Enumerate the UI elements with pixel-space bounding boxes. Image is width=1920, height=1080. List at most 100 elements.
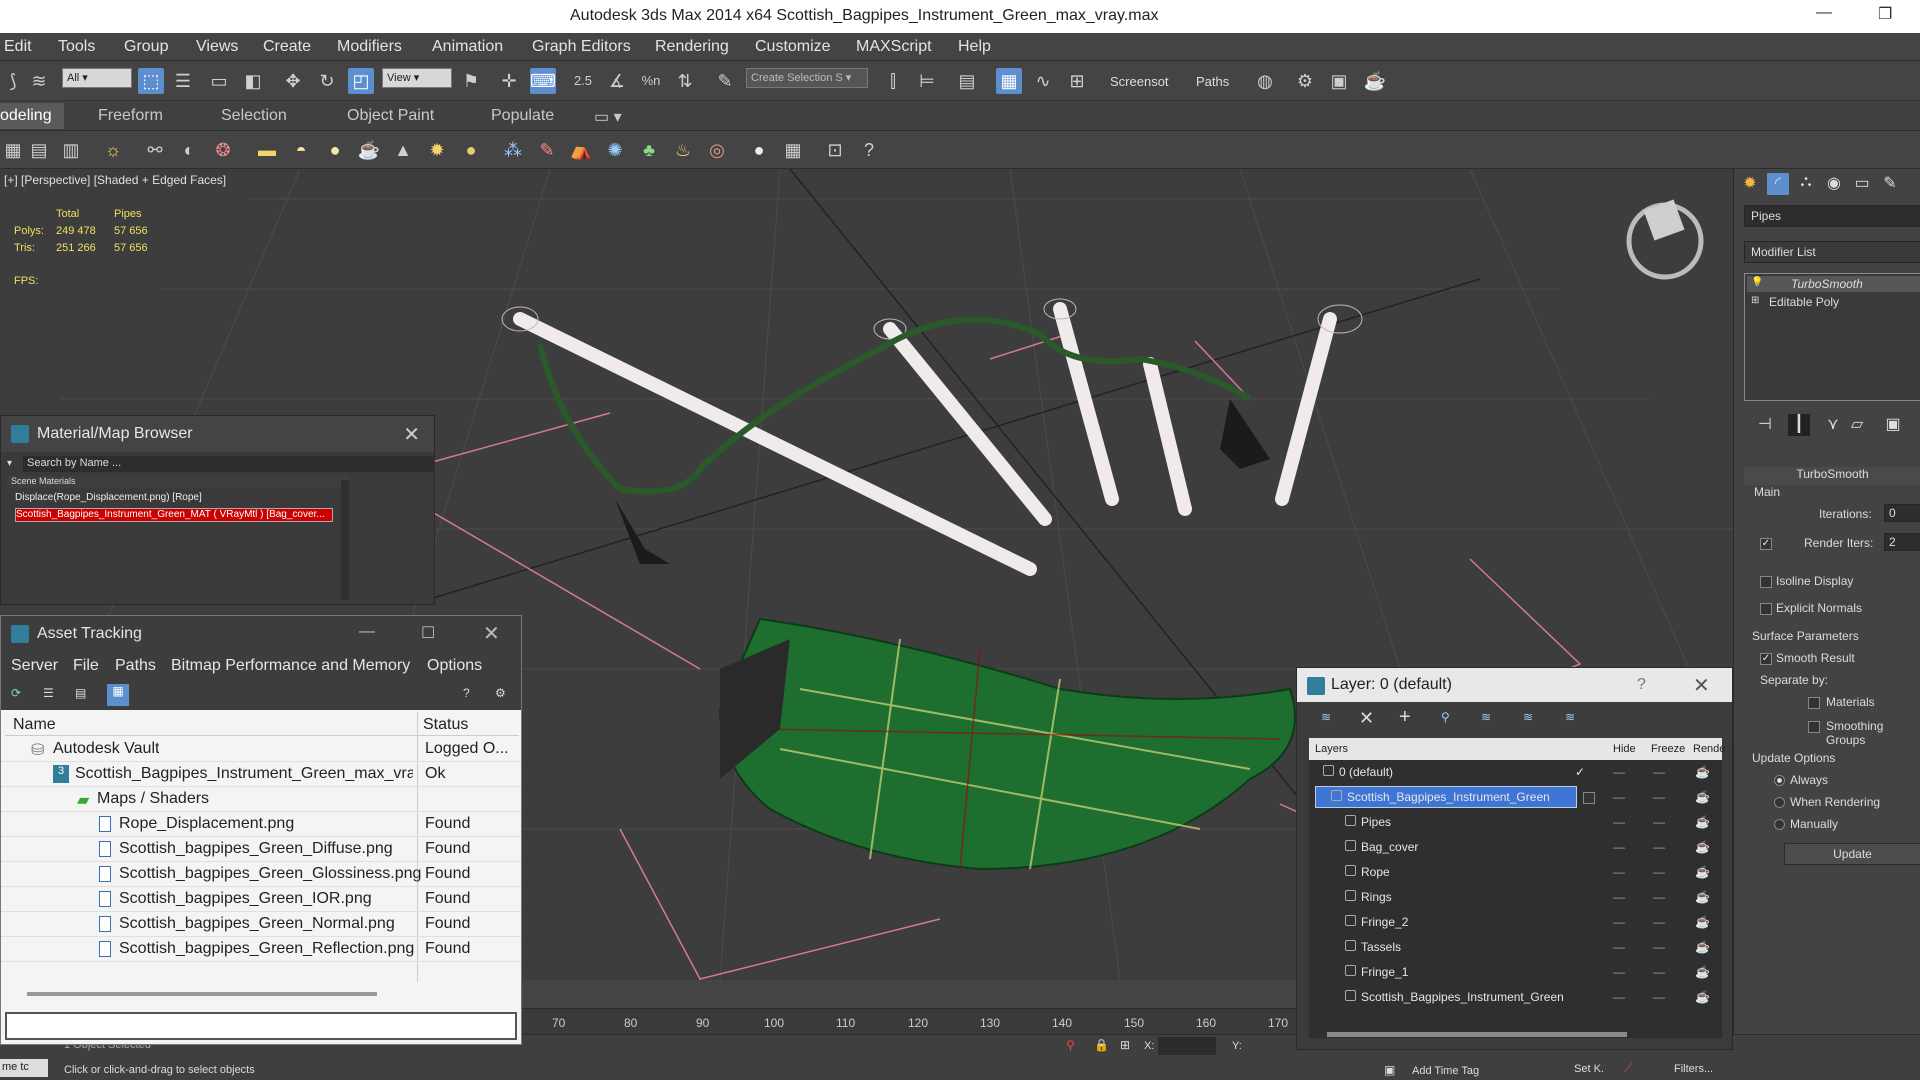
plant-icon[interactable]: ♣ xyxy=(636,137,662,163)
bind-spacewarp-icon[interactable]: ≋ xyxy=(26,68,52,94)
material-sphere-icon[interactable]: ● xyxy=(458,137,484,163)
stack-item-turbosmooth[interactable]: 💡 TurboSmooth xyxy=(1747,276,1920,292)
table-row[interactable]: ⛁ Autodesk Vault Logged O... xyxy=(1,737,521,762)
edit-named-sel-icon[interactable]: ✎ xyxy=(712,68,738,94)
tab-freeform[interactable]: Freeform xyxy=(98,107,163,125)
select-object-icon[interactable]: ⬚ xyxy=(138,68,164,94)
manually-radio[interactable] xyxy=(1774,819,1785,830)
material-item-rope[interactable]: Displace(Rope_Displacement.png) [Rope] xyxy=(15,492,345,506)
hide-all-icon[interactable]: ≋ xyxy=(1523,710,1533,724)
key-mode-icon[interactable]: ⟋ xyxy=(1624,1061,1632,1076)
render-icon[interactable]: ☕ xyxy=(1695,815,1710,829)
named-selection-dropdown[interactable]: Create Selection S ▾ xyxy=(746,68,868,88)
render-setup-icon[interactable]: ⚙ xyxy=(1292,68,1318,94)
close-icon[interactable]: ✕ xyxy=(483,621,500,646)
tab-populate[interactable]: Populate xyxy=(491,107,554,125)
plane-icon[interactable]: ▬ xyxy=(254,137,280,163)
table-row[interactable]: Scottish_bagpipes_Green_Glossiness.png Fo… xyxy=(1,862,521,887)
hierarchy-tab-icon[interactable]: ⛬ xyxy=(1795,173,1817,195)
update-button[interactable]: Update xyxy=(1784,843,1920,865)
modifier-list-dropdown[interactable]: Modifier List xyxy=(1744,241,1920,263)
angle-snap-icon[interactable]: ∡ xyxy=(604,68,630,94)
show-end-result-icon[interactable]: ┃ xyxy=(1788,414,1810,436)
bone-icon[interactable]: ⚯ xyxy=(142,137,168,163)
layer-row[interactable]: Pipes — — ☕ xyxy=(1309,810,1722,835)
absolute-mode-icon[interactable]: ⊞ xyxy=(1120,1038,1130,1052)
time-tag-icon[interactable]: ▣ xyxy=(1384,1063,1395,1077)
menu-server[interactable]: Server xyxy=(11,657,58,675)
menu-animation[interactable]: Animation xyxy=(432,38,503,56)
cloth-icon[interactable]: ⛺ xyxy=(568,137,594,163)
tool-icon-1[interactable]: ▦ xyxy=(0,137,26,163)
particle-icon[interactable]: ❂ xyxy=(210,137,236,163)
layer-row[interactable]: Scottish_Bagpipes_Instrument_Green — — ☕ xyxy=(1309,985,1722,1010)
filters-button[interactable]: Filters... xyxy=(1674,1063,1713,1075)
table-row[interactable]: Scottish_bagpipes_Green_Diffuse.png Found xyxy=(1,837,521,862)
maximize-icon[interactable]: ☐ xyxy=(421,623,435,643)
display-tab-icon[interactable]: ▭ xyxy=(1851,173,1873,195)
table-row[interactable]: Scottish_bagpipes_Green_Normal.png Found xyxy=(1,912,521,937)
menu-group[interactable]: Group xyxy=(124,38,168,56)
tool-icon-3[interactable]: ▥ xyxy=(58,137,84,163)
rendered-frame-icon[interactable]: ▣ xyxy=(1326,68,1352,94)
menu-rendering[interactable]: Rendering xyxy=(655,38,729,56)
mirror-icon[interactable]: ⫿ xyxy=(880,68,906,94)
help-icon[interactable]: ? xyxy=(856,137,882,163)
always-radio[interactable] xyxy=(1774,775,1785,786)
menu-graph-editors[interactable]: Graph Editors xyxy=(532,38,631,56)
ribbon-options-icon[interactable]: ▭ ▾ xyxy=(594,107,622,127)
tab-modeling[interactable]: odeling xyxy=(0,103,64,129)
percent-snap-icon[interactable]: %n xyxy=(638,68,664,94)
stack-item-editable-poly[interactable]: ⊞ Editable Poly xyxy=(1747,294,1920,310)
table-row[interactable]: Scottish_bagpipes_Green_IOR.png Found xyxy=(1,887,521,912)
iterations-spinner[interactable]: 0 xyxy=(1884,504,1920,522)
menu-options[interactable]: Options xyxy=(427,657,482,675)
align-icon[interactable]: ⊨ xyxy=(914,68,940,94)
hair-icon[interactable]: ♨ xyxy=(670,137,696,163)
shell-icon[interactable]: ◎ xyxy=(704,137,730,163)
search-options-icon[interactable]: ▾ xyxy=(7,458,12,469)
layer-row[interactable]: Rope — — ☕ xyxy=(1309,860,1722,885)
render-icon[interactable]: ☕ xyxy=(1695,940,1710,954)
layer-row[interactable]: Rings — — ☕ xyxy=(1309,885,1722,910)
asset-tracking-titlebar[interactable]: Asset Tracking — ☐ ✕ xyxy=(1,616,521,652)
scene-materials-header[interactable]: Scene Materials xyxy=(7,476,349,488)
minimize-icon[interactable]: — xyxy=(1816,4,1832,22)
sphere-icon[interactable]: ● xyxy=(322,137,348,163)
turbosmooth-rollout-header[interactable]: TurboSmooth xyxy=(1744,467,1920,485)
layer-dialog-titlebar[interactable]: Layer: 0 (default) ? ✕ xyxy=(1297,668,1732,702)
configure-sets-icon[interactable]: ▣ xyxy=(1882,414,1904,436)
help-icon[interactable]: ? xyxy=(463,686,470,700)
add-time-tag-button[interactable]: Add Time Tag xyxy=(1412,1065,1479,1077)
table-row[interactable]: 3 Scottish_Bagpipes_Instrument_Green_max_… xyxy=(1,762,521,787)
tab-object-paint[interactable]: Object Paint xyxy=(347,107,434,125)
hemisphere-icon[interactable]: ◓ xyxy=(288,137,314,163)
select-manipulate-icon[interactable]: ✛ xyxy=(496,68,522,94)
select-by-name-icon[interactable]: ☰ xyxy=(170,68,196,94)
schematic-view-icon[interactable]: ⊞ xyxy=(1064,68,1090,94)
close-icon[interactable]: ✕ xyxy=(403,422,420,447)
isoline-checkbox[interactable] xyxy=(1760,576,1772,588)
camera-icon[interactable]: ◐ xyxy=(176,137,202,163)
table-row[interactable]: ▰ Maps / Shaders xyxy=(1,787,521,812)
column-layers[interactable]: Layers xyxy=(1315,743,1348,755)
x-coord-field[interactable] xyxy=(1158,1037,1216,1055)
render-icon[interactable]: ☕ xyxy=(1695,990,1710,1004)
render-sphere-icon[interactable]: ● xyxy=(746,137,772,163)
keyboard-shortcut-icon[interactable]: ⌨ xyxy=(530,68,556,94)
key-icon[interactable]: ⚲ xyxy=(1066,1038,1075,1052)
move-icon[interactable]: ✥ xyxy=(280,68,306,94)
menu-modifiers[interactable]: Modifiers xyxy=(337,38,402,56)
layer-row[interactable]: Scottish_Bagpipes_Instrument_Green — — ☕ xyxy=(1309,785,1722,810)
menu-file[interactable]: File xyxy=(73,657,99,675)
tool-icon-2[interactable]: ▤ xyxy=(26,137,52,163)
layer-row[interactable]: 0 (default) ✓ — — ☕ xyxy=(1309,760,1722,785)
rotate-icon[interactable]: ↻ xyxy=(314,68,340,94)
material-item-bagpipes[interactable]: Scottish_Bagpipes_Instrument_Green_MAT (… xyxy=(15,508,333,522)
make-unique-icon[interactable]: ⋎ xyxy=(1822,414,1844,436)
pin-stack-icon[interactable]: ⊣ xyxy=(1754,414,1776,436)
refresh-icon[interactable]: ⟳ xyxy=(11,686,21,700)
create-tab-icon[interactable]: ✹ xyxy=(1739,173,1761,195)
smooth-result-checkbox[interactable]: ✓ xyxy=(1760,653,1772,665)
delete-layer-icon[interactable]: ✕ xyxy=(1359,708,1374,729)
